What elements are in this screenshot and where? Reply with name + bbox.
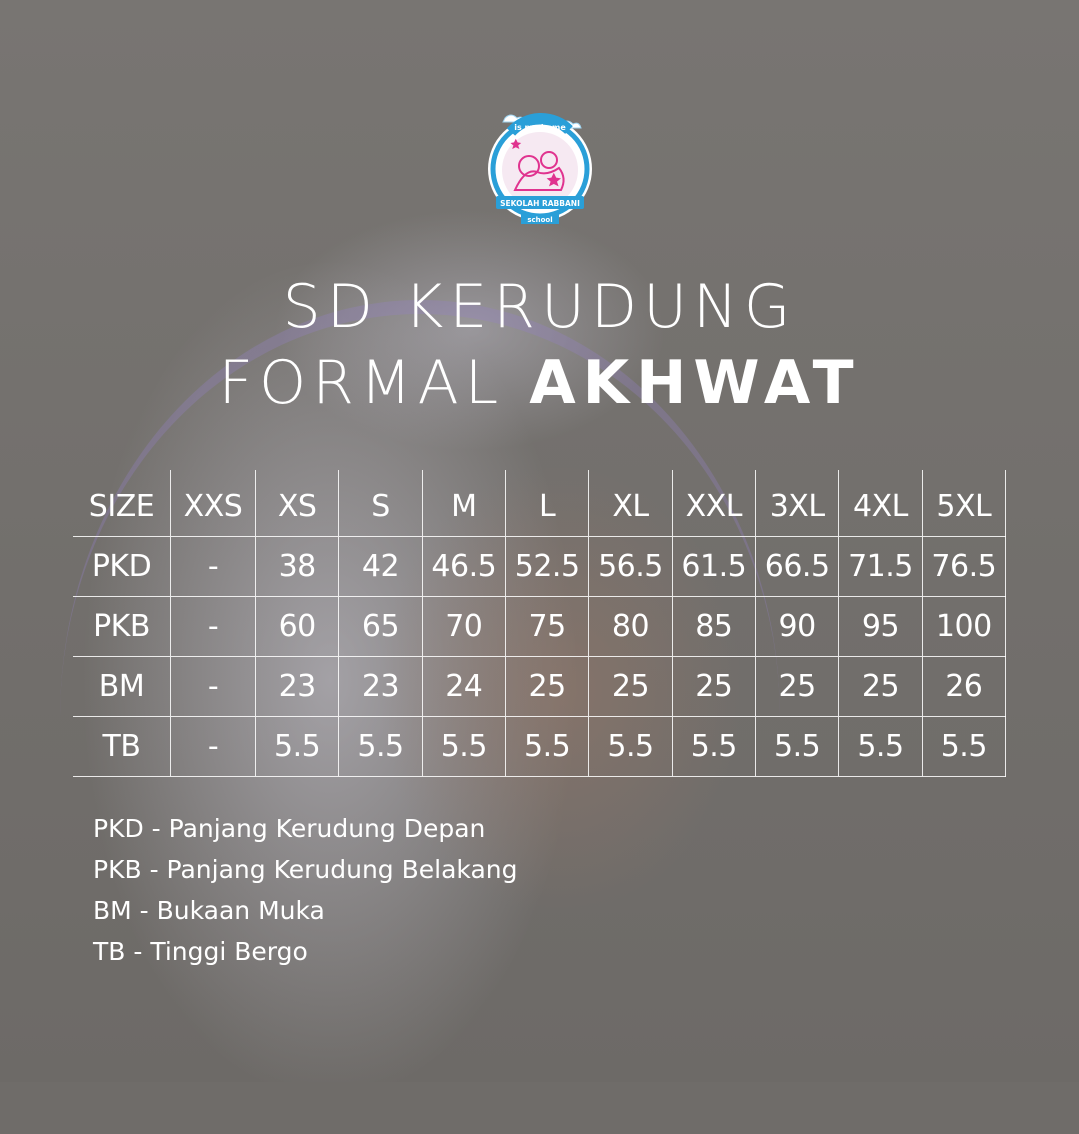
table-cell: 5.5 [921,716,1007,777]
row-label: BM [73,656,171,717]
table-cell: 95 [838,596,923,657]
table-cell: - [170,656,256,717]
table-cell: 46.5 [421,536,506,597]
header-cell: XXS [170,470,256,537]
table-cell: 5.5 [504,716,589,777]
header-cell: 3XL [754,470,839,537]
table-cell: 75 [504,596,589,657]
table-cell: 5.5 [338,716,423,777]
table-header-row: SIZE XXS XS S M L XL XXL 3XL 4XL 5XL [73,470,1007,537]
table-cell: 5.5 [838,716,923,777]
table-cell: 76.5 [921,536,1007,597]
table-cell: 24 [421,656,506,717]
svg-text:is my home: is my home [514,123,566,132]
row-label: TB [73,716,171,777]
table-cell: 61.5 [671,536,756,597]
table-row: BM - 23 23 24 25 25 25 25 25 26 [73,656,1007,717]
table-cell: 100 [921,596,1007,657]
table-cell: 38 [254,536,339,597]
title-bold: AKHWAT [529,348,861,418]
table-cell: 52.5 [504,536,589,597]
size-chart-table: SIZE XXS XS S M L XL XXL 3XL 4XL 5XL PKD… [73,470,1007,777]
header-cell: L [504,470,589,537]
header-cell: S [338,470,423,537]
table-cell: - [170,536,256,597]
header-cell: XL [588,470,673,537]
legend-item: PKD - Panjang Kerudung Depan [93,814,486,843]
table-cell: 25 [671,656,756,717]
legend-item: PKB - Panjang Kerudung Belakang [93,855,518,884]
table-cell: 25 [588,656,673,717]
table-cell: - [170,716,256,777]
table-cell: 25 [754,656,839,717]
table-cell: 5.5 [754,716,839,777]
row-label: PKD [73,536,171,597]
table-cell: 26 [921,656,1007,717]
table-cell: 5.5 [671,716,756,777]
title-regular: FORMAL [218,348,505,418]
table-cell: 56.5 [588,536,673,597]
table-cell: 5.5 [421,716,506,777]
table-row: PKD - 38 42 46.5 52.5 56.5 61.5 66.5 71.… [73,536,1007,597]
legend-item: TB - Tinggi Bergo [93,937,308,966]
header-cell: 4XL [838,470,923,537]
table-row: PKB - 60 65 70 75 80 85 90 95 100 [73,596,1007,657]
header-cell: 5XL [921,470,1007,537]
table-cell: 25 [504,656,589,717]
title-line-1: SD KERUDUNG [282,272,797,342]
title-line-2: FORMAL AKHWAT [0,348,1079,418]
table-cell: 23 [254,656,339,717]
table-cell: - [170,596,256,657]
table-cell: 80 [588,596,673,657]
header-cell: XS [254,470,339,537]
table-cell: 71.5 [838,536,923,597]
table-cell: 85 [671,596,756,657]
table-cell: 90 [754,596,839,657]
row-label: PKB [73,596,171,657]
table-cell: 23 [338,656,423,717]
svg-text:SEKOLAH RABBANI: SEKOLAH RABBANI [500,199,580,208]
table-cell: 42 [338,536,423,597]
header-cell: SIZE [73,470,171,537]
table-cell: 66.5 [754,536,839,597]
table-cell: 5.5 [588,716,673,777]
table-cell: 5.5 [254,716,339,777]
legend-item: BM - Bukaan Muka [93,896,325,925]
table-cell: 70 [421,596,506,657]
svg-text:school: school [527,216,552,224]
table-cell: 60 [254,596,339,657]
header-cell: M [421,470,506,537]
sekolah-rabbani-logo: is my home SEKOLAH RABBANI school [488,113,592,224]
table-cell: 25 [838,656,923,717]
table-row: TB - 5.5 5.5 5.5 5.5 5.5 5.5 5.5 5.5 5.5 [73,716,1007,777]
header-cell: XXL [671,470,756,537]
legend: PKD - Panjang Kerudung Depan PKB - Panja… [93,808,517,972]
table-cell: 65 [338,596,423,657]
